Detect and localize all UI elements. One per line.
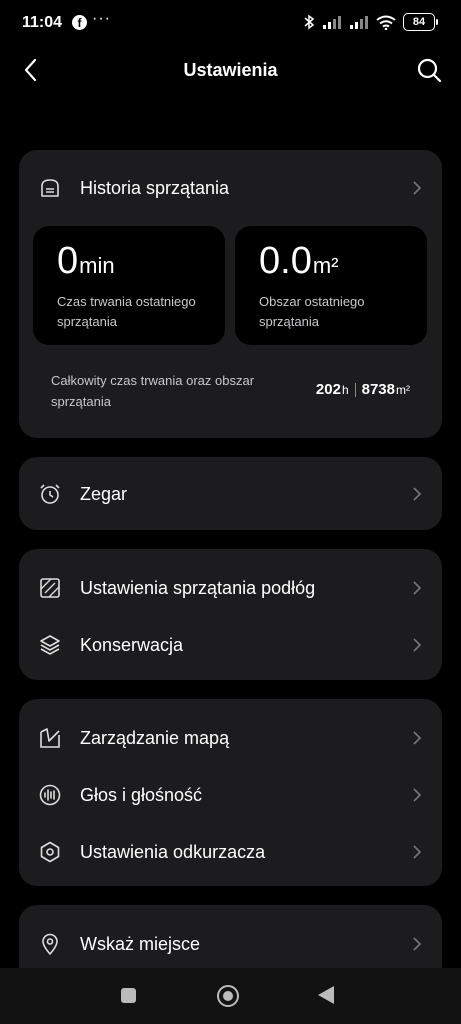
last-area-value: 0.0m²: [259, 240, 339, 282]
cleaning-history-row[interactable]: Historia sprzątania: [19, 160, 442, 216]
status-bar: 11:04 f ··· 84: [0, 0, 461, 46]
search-icon[interactable]: [415, 56, 443, 84]
layers-icon: [40, 635, 60, 655]
location-pin-icon: [42, 933, 58, 955]
last-duration-tile: 0min Czas trwania ostatniego sprzątania: [33, 226, 225, 345]
history-document-icon: [41, 179, 59, 197]
chevron-right-icon: [413, 487, 422, 501]
last-area-unit: m²: [312, 253, 339, 278]
signal-icon-2: [350, 16, 368, 29]
last-area-tile: 0.0m² Obszar ostatniego sprzątania: [235, 226, 427, 345]
total-hours: 202: [315, 381, 341, 398]
cleaning-history-card: Historia sprzątania 0min Czas trwania os…: [19, 150, 442, 438]
chevron-right-icon: [413, 937, 422, 951]
floor-cleaning-icon: [40, 578, 60, 598]
app-header: Ustawienia: [0, 46, 461, 94]
more-notifications-icon: ···: [92, 10, 111, 27]
recent-apps-icon[interactable]: [121, 988, 136, 1003]
vacuum-settings-row[interactable]: Ustawienia odkurzacza: [19, 824, 442, 880]
last-duration-value: 0min: [57, 240, 115, 282]
chevron-right-icon: [413, 845, 422, 859]
system-navigation-bar: [0, 968, 461, 1024]
signal-icon: [323, 16, 341, 29]
last-duration-desc: Czas trwania ostatniego sprzątania: [57, 294, 196, 329]
total-area: 8738: [361, 381, 395, 398]
back-nav-icon[interactable]: [318, 986, 334, 1004]
chevron-right-icon: [413, 788, 422, 802]
clock-row[interactable]: Zegar: [19, 466, 442, 522]
maintenance-label: Konserwacja: [80, 635, 184, 655]
home-icon[interactable]: [217, 985, 239, 1007]
locate-label: Wskaż miejsce: [80, 934, 201, 954]
chevron-right-icon: [413, 638, 422, 652]
chevron-right-icon: [413, 731, 422, 745]
clock-label: Zegar: [80, 484, 128, 504]
voice-volume-row[interactable]: Głos i głośność: [19, 767, 442, 823]
last-duration-unit: min: [79, 253, 115, 278]
chevron-right-icon: [413, 581, 422, 595]
alarm-clock-icon: [40, 484, 60, 504]
page-title: Ustawienia: [183, 60, 278, 80]
map-settings-card: Zarządzanie mapą Głos i głośność Ustawie…: [19, 699, 442, 886]
voice-wave-icon: [39, 784, 61, 806]
maintenance-row[interactable]: Konserwacja: [19, 617, 442, 673]
total-summary-label: Całkowity czas trwania oraz obszar sprzą…: [51, 373, 255, 409]
hexagon-settings-icon: [40, 841, 60, 863]
locate-row[interactable]: Wskaż miejsce: [19, 916, 442, 972]
map-icon: [40, 728, 60, 748]
wifi-icon: [376, 15, 396, 30]
chevron-right-icon: [413, 181, 422, 195]
status-time: 11:04: [22, 14, 63, 31]
vacuum-settings-label: Ustawienia odkurzacza: [80, 842, 266, 862]
map-management-label: Zarządzanie mapą: [80, 728, 230, 748]
floor-settings-card: Ustawienia sprzątania podłóg Konserwacja: [19, 549, 442, 680]
divider: [354, 382, 356, 397]
cleaning-history-label: Historia sprzątania: [80, 178, 230, 198]
last-area-desc: Obszar ostatniego sprzątania: [259, 294, 365, 329]
floor-cleaning-settings-label: Ustawienia sprzątania podłóg: [80, 578, 316, 598]
clock-card: Zegar: [19, 457, 442, 530]
total-summary-values: 202 h 8738 m²: [316, 381, 410, 398]
battery-indicator: 84: [403, 13, 438, 31]
total-hours-unit: h: [341, 383, 349, 397]
map-management-row[interactable]: Zarządzanie mapą: [19, 710, 442, 766]
floor-cleaning-settings-row[interactable]: Ustawienia sprzątania podłóg: [19, 560, 442, 616]
voice-volume-label: Głos i głośność: [80, 785, 203, 805]
total-area-unit: m²: [396, 383, 410, 397]
bluetooth-icon: [304, 14, 315, 30]
facebook-icon: f: [72, 15, 87, 30]
